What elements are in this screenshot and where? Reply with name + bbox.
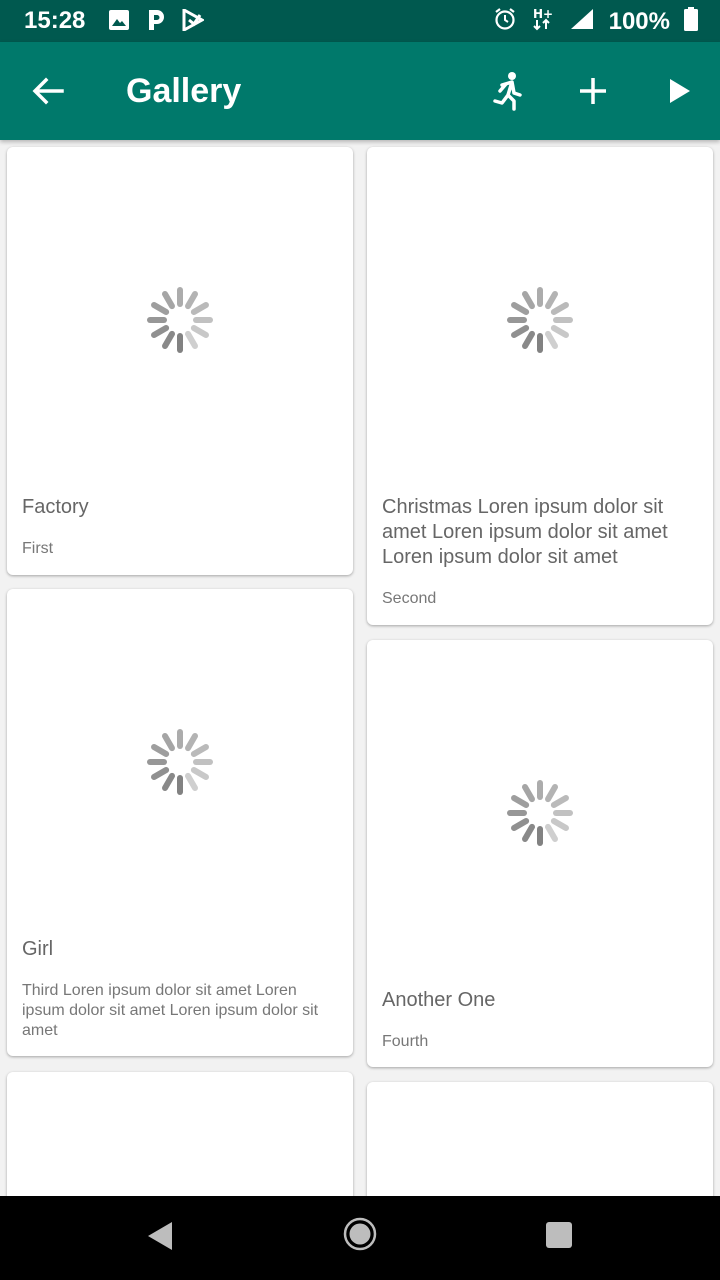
arrow-back-icon: [32, 77, 64, 105]
spinner-spoke: [511, 325, 530, 338]
spinner-spoke: [545, 784, 558, 803]
card-subtitle: Second: [382, 590, 437, 607]
spinner-spoke: [190, 302, 209, 315]
card-title: Christmas Loren ipsum dolor sit amet Lor…: [382, 496, 668, 568]
back-triangle-icon[interactable]: [146, 1220, 174, 1257]
spinner-spoke: [190, 744, 209, 757]
spinner-spoke: [151, 744, 170, 757]
run-icon: [493, 72, 522, 111]
spinner-spoke: [511, 795, 530, 808]
spinner-spoke: [151, 302, 170, 315]
gallery-card-another-one[interactable]: Another One Fourth: [367, 640, 713, 1067]
alarm-icon: [493, 7, 517, 36]
add-icon: [580, 78, 606, 104]
spinner-spoke: [185, 291, 198, 310]
status-bar: 15:28 H+ 100%: [0, 0, 720, 42]
spinner-spoke: [545, 330, 558, 349]
back-button[interactable]: [28, 71, 68, 111]
parking-icon: [146, 8, 166, 37]
spinner-spoke: [162, 330, 175, 349]
card-subtitle: First: [22, 540, 54, 557]
spinner-spoke: [522, 784, 535, 803]
spinner-spoke: [522, 291, 535, 310]
spinner-spoke: [162, 733, 175, 752]
loading-spinner-icon: [147, 729, 213, 795]
play-button[interactable]: [658, 69, 702, 113]
spinner-spoke: [162, 291, 175, 310]
spinner-spoke: [190, 325, 209, 338]
spinner-spoke: [151, 767, 170, 780]
spinner-spoke: [190, 767, 209, 780]
spinner-spoke: [522, 330, 535, 349]
spinner-spoke: [550, 302, 569, 315]
gallery-card-5[interactable]: [7, 1072, 353, 1196]
signal-icon: [569, 7, 595, 36]
gallery-card-girl[interactable]: Girl Third Loren ipsum dolor sit amet Lo…: [7, 589, 353, 1056]
card-title: Another One: [382, 989, 496, 1011]
loading-spinner-icon: [507, 287, 573, 353]
app-bar: Gallery: [0, 42, 720, 140]
spinner-spoke: [545, 291, 558, 310]
spinner-spoke: [511, 818, 530, 831]
network-hplus-icon: H+: [531, 6, 555, 37]
card-title: Girl: [22, 938, 54, 960]
system-nav-bar: [0, 1196, 720, 1280]
recents-square-icon[interactable]: [545, 1221, 573, 1254]
spinner-spoke: [545, 823, 558, 842]
spinner-spoke: [151, 325, 170, 338]
image-icon: [108, 9, 130, 36]
gallery-card-6[interactable]: [367, 1082, 713, 1196]
gallery-grid: Factory First Christmas Loren ipsum dolo…: [0, 140, 720, 1196]
spinner-spoke: [550, 818, 569, 831]
play-icon: [670, 79, 690, 103]
page-title: Gallery: [126, 72, 242, 110]
home-circle-icon[interactable]: [343, 1217, 377, 1256]
status-time: 15:28: [24, 7, 86, 34]
spinner-spoke: [162, 772, 175, 791]
card-subtitle: Third Loren ipsum dolor sit amet Loren i…: [22, 982, 319, 1039]
loading-spinner-icon: [507, 780, 573, 846]
spinner-spoke: [550, 325, 569, 338]
gallery-card-factory[interactable]: Factory First: [7, 147, 353, 575]
card-title: Factory: [22, 496, 89, 518]
spinner-spoke: [185, 330, 198, 349]
play-store-icon: [182, 7, 206, 36]
loading-spinner-icon: [147, 287, 213, 353]
run-button[interactable]: [486, 69, 530, 113]
gallery-card-christmas[interactable]: Christmas Loren ipsum dolor sit amet Lor…: [367, 147, 713, 625]
battery-percent: 100%: [608, 7, 670, 35]
spinner-spoke: [185, 733, 198, 752]
battery-icon: [684, 7, 698, 36]
add-button[interactable]: [571, 69, 615, 113]
spinner-spoke: [550, 795, 569, 808]
svg-text:H+: H+: [533, 7, 553, 21]
spinner-spoke: [511, 302, 530, 315]
spinner-spoke: [185, 772, 198, 791]
spinner-spoke: [522, 823, 535, 842]
card-subtitle: Fourth: [382, 1033, 429, 1050]
